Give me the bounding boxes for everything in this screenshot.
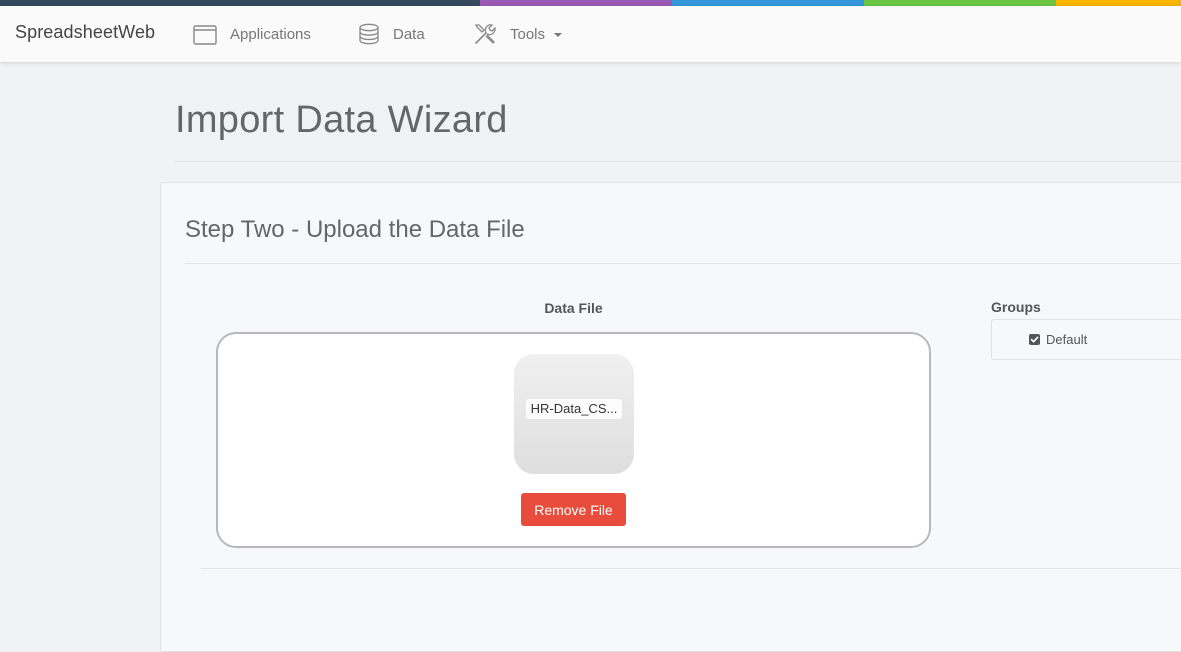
nav-item-label: Data [393, 25, 425, 43]
step-title: Step Two - Upload the Data File [185, 216, 525, 243]
groups-label: Groups [991, 299, 1041, 315]
groups-list: Default [991, 319, 1181, 360]
wizard-panel: Step Two - Upload the Data File Data Fil… [160, 182, 1181, 652]
nav-item-applications[interactable]: Applications [193, 22, 311, 46]
file-dropzone[interactable]: HR-Data_CS... Remove File [216, 332, 931, 548]
divider [175, 161, 1181, 162]
divider [185, 263, 1181, 264]
group-item-label: Default [1046, 332, 1088, 347]
nav-item-label: Tools [510, 25, 546, 43]
database-icon [359, 23, 379, 45]
page-title: Import Data Wizard [175, 99, 508, 141]
top-navbar: SpreadsheetWeb Applications Data Tools [0, 6, 1181, 62]
file-name: HR-Data_CS... [526, 399, 622, 419]
nav-item-label: Applications [230, 25, 311, 43]
data-file-label: Data File [544, 300, 603, 316]
window-icon [193, 24, 217, 45]
checkbox-checked-icon[interactable] [1029, 334, 1040, 345]
group-item-default[interactable]: Default [1029, 332, 1087, 347]
tools-icon [474, 24, 496, 44]
remove-file-button[interactable]: Remove File [521, 493, 626, 526]
nav-item-tools[interactable]: Tools [473, 22, 563, 46]
divider [201, 568, 1181, 569]
file-thumbnail: HR-Data_CS... [514, 354, 634, 474]
brand-logo[interactable]: SpreadsheetWeb [15, 22, 155, 43]
nav-item-data[interactable]: Data [358, 22, 425, 46]
chevron-down-icon [554, 33, 563, 37]
